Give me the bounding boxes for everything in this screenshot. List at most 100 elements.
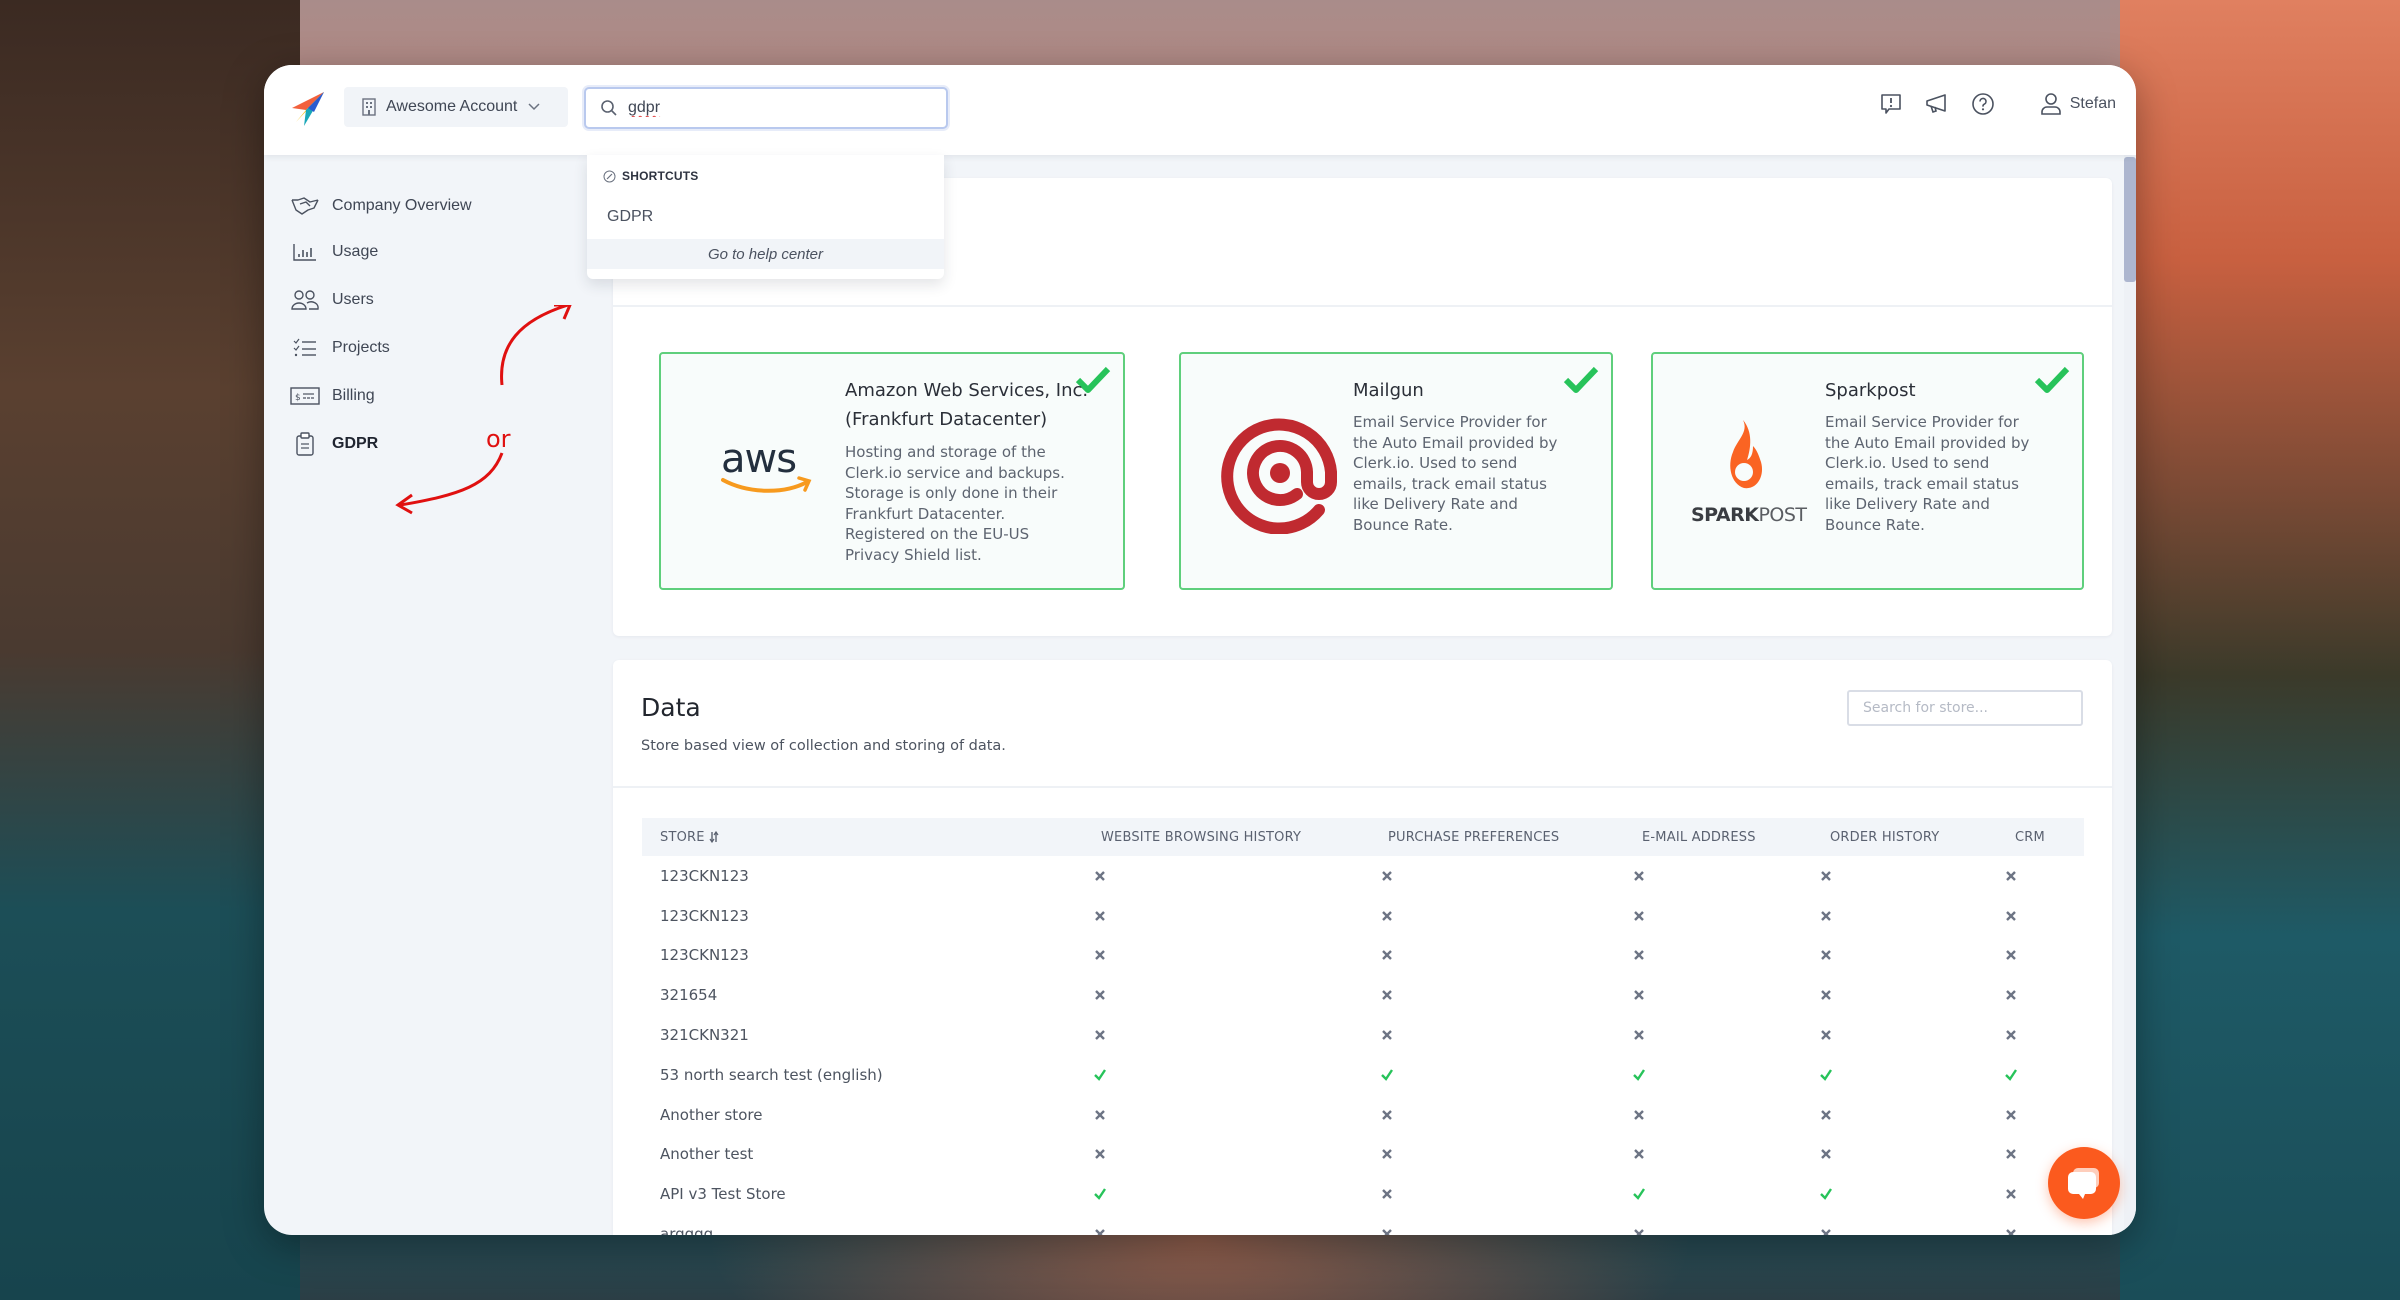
column-header-browsing-history: WEBSITE BROWSING HISTORY [1101,829,1302,845]
cross-icon [1382,1189,1392,1200]
cross-icon [1821,1229,1831,1235]
sparkpost-wordmark: SPARKPOST [1691,504,1807,526]
feedback-icon[interactable] [1878,91,1904,117]
sparkpost-flame-icon [1730,420,1763,489]
cross-cell [2004,1015,2018,1055]
cross-cell [1819,975,1833,1015]
store-name-cell: argggg [660,1225,714,1235]
check-cell [1819,1055,1833,1095]
cross-cell [1632,1095,1646,1135]
service-name: Mailgun [1353,380,1424,401]
main-scrollbar[interactable] [2124,155,2136,1235]
scrollbar-thumb[interactable] [2124,157,2136,282]
table-row[interactable]: 123CKN123 [642,856,2084,896]
cross-cell [1093,1015,1107,1055]
store-name-cell: 123CKN123 [660,906,749,925]
cross-icon [1095,1109,1105,1120]
column-header-email-address: E-MAIL ADDRESS [1642,829,1756,845]
store-name-cell: 123CKN123 [660,946,749,965]
table-row[interactable]: 321654 [642,975,2084,1015]
sidebar-item-gdpr[interactable]: GDPR [290,429,378,459]
cross-icon [1382,1229,1392,1235]
check-icon [1820,1188,1832,1201]
cross-icon [2006,1030,2016,1040]
check-icon [1820,1069,1832,1081]
table-row[interactable]: 123CKN123 [642,896,2084,936]
cross-icon [1821,1149,1831,1160]
global-search[interactable] [584,87,948,129]
user-menu[interactable]: Stefan [2040,92,2116,116]
cross-cell [1819,1135,1833,1175]
sidebar-item-usage[interactable]: Usage [290,237,378,267]
cross-icon [2006,871,2016,881]
data-section-title: Data [641,693,701,722]
svg-text:aws: aws [721,436,796,482]
cross-cell [2004,856,2018,896]
cross-cell [1093,896,1107,936]
cross-cell [1380,975,1394,1015]
table-row[interactable]: 123CKN123 [642,936,2084,976]
building-icon [362,98,376,116]
check-cell [1093,1055,1107,1095]
service-description: Hosting and storage of the Clerk.io serv… [845,443,1065,564]
cross-icon [1821,1109,1831,1120]
data-card: Data Store based view of collection and … [613,660,2112,1235]
service-card-aws: aws Amazon Web Services, Inc. (Frankfurt… [659,352,1125,590]
cross-cell [1819,1095,1833,1135]
account-selector[interactable]: Awesome Account [344,87,568,127]
store-name-cell: 321CKN321 [660,1026,749,1045]
cross-icon [1095,1030,1105,1040]
cross-icon [1095,1149,1105,1160]
cross-icon [1821,871,1831,881]
cross-icon [1382,1149,1392,1160]
store-name-cell: Another test [660,1145,754,1164]
user-icon [2040,93,2061,115]
table-row[interactable]: Another test [642,1135,2084,1175]
table-row[interactable]: API v3 Test Store [642,1174,2084,1214]
table-row[interactable]: Another store [642,1095,2084,1135]
clerk-logo-icon[interactable] [284,88,328,132]
background-landscape-left [0,0,300,1300]
cross-cell [1632,1214,1646,1235]
cross-cell [1632,1015,1646,1055]
chat-support-button[interactable] [2048,1147,2120,1219]
service-description: Email Service Provider for the Auto Emai… [1825,413,2030,534]
app-window: Awesome Account Stefan [264,65,2136,1235]
cross-icon [1821,910,1831,921]
cross-cell [1819,936,1833,976]
table-row[interactable]: 53 north search test (english) [642,1055,2084,1095]
cross-cell [1380,1214,1394,1235]
store-name-cell: 123CKN123 [660,866,749,885]
shortcuts-section-header: SHORTCUTS [603,169,698,183]
user-name: Stefan [2069,95,2116,112]
cross-icon [2006,990,2016,1001]
help-center-link[interactable]: Go to help center [587,239,944,269]
checklist-icon [290,338,320,358]
cross-cell [2004,1135,2018,1175]
cross-icon [1821,990,1831,1001]
help-icon[interactable] [1970,91,1996,117]
sidebar-item-projects[interactable]: Projects [290,333,390,363]
cross-icon [1095,950,1105,961]
shortcut-result-gdpr[interactable]: GDPR [587,195,944,239]
announcements-icon[interactable] [1924,91,1950,117]
table-row[interactable]: argggg [642,1214,2084,1235]
store-search-input[interactable] [1847,690,2083,726]
table-row[interactable]: 321CKN321 [642,1015,2084,1055]
cross-cell [1380,1135,1394,1175]
sidebar-item-company-overview[interactable]: Company Overview [290,191,472,221]
check-icon [1633,1069,1645,1081]
cross-icon [1095,871,1105,881]
sidebar-item-billing[interactable]: $ Billing [290,381,375,411]
column-header-store[interactable]: STORE [660,818,719,856]
service-name: Amazon Web Services, Inc. (Frankfurt Dat… [845,380,1089,430]
cross-cell [2004,975,2018,1015]
check-cell [1819,1174,1833,1214]
data-section-subtitle: Store based view of collection and stori… [641,738,1006,754]
search-input[interactable] [628,99,928,117]
header-actions: Stefan [1878,91,2116,117]
sidebar-item-users[interactable]: Users [290,285,374,315]
table-header: STORE WEBSITE BROWSING HISTORY PURCHASE … [642,818,2084,856]
cross-icon [1634,1149,1644,1160]
data-table: STORE WEBSITE BROWSING HISTORY PURCHASE … [642,818,2084,1235]
